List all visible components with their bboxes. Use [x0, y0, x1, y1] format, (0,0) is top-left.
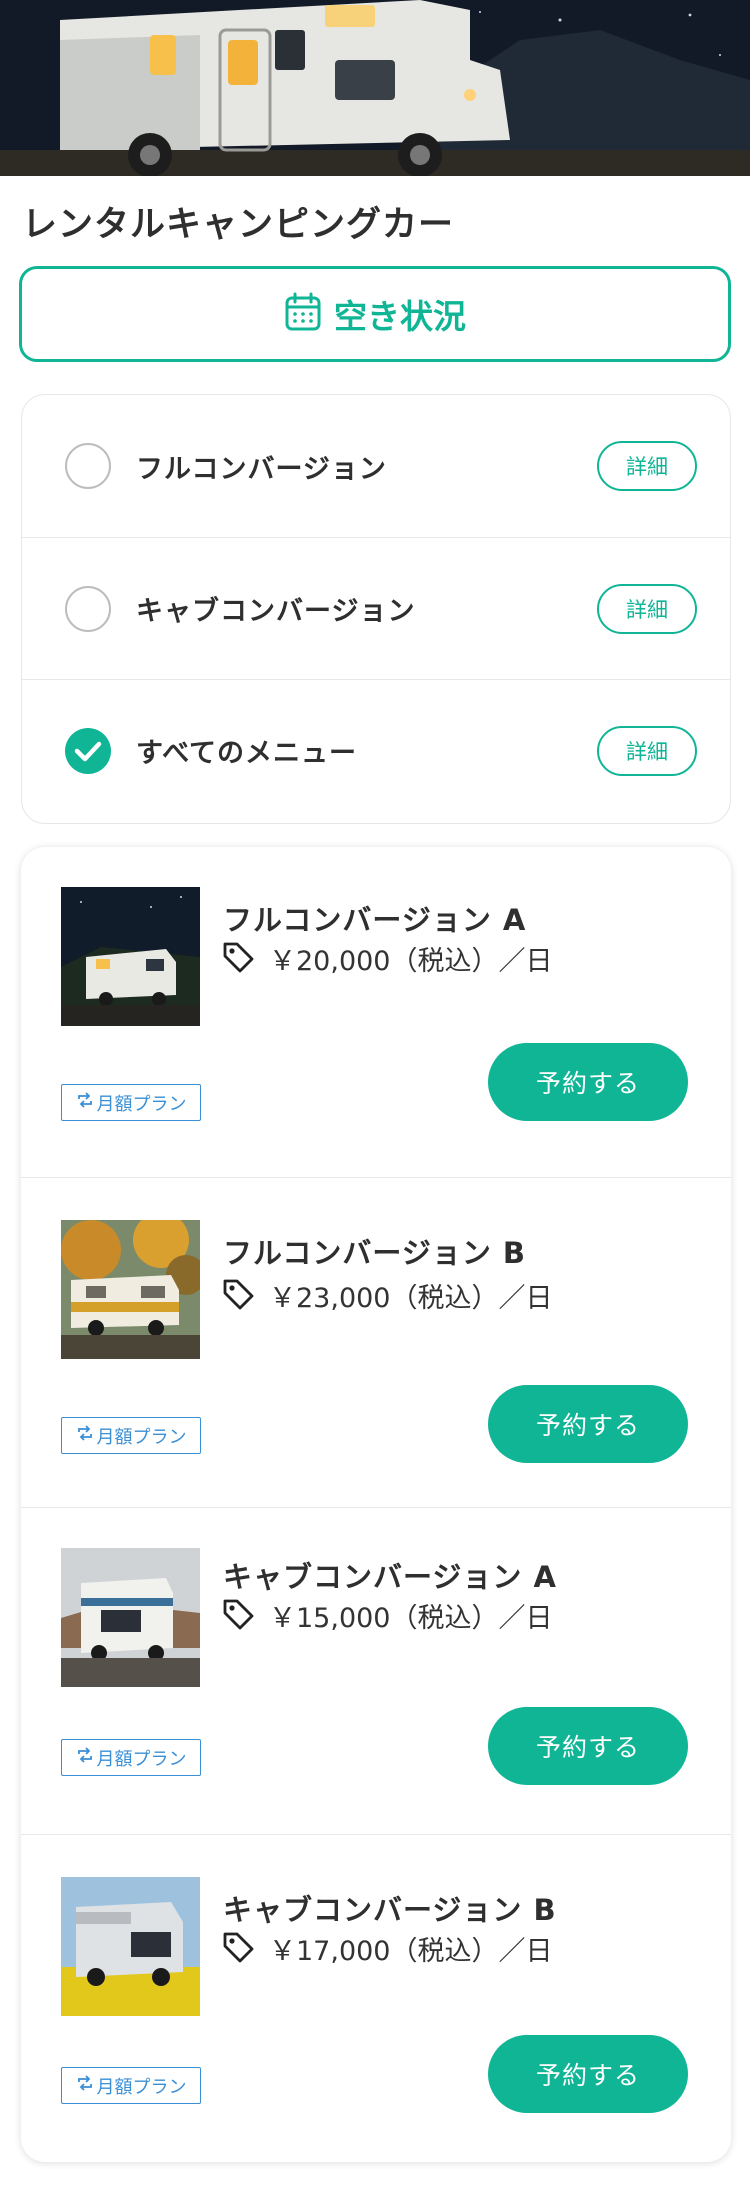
detail-button[interactable]: 詳細	[597, 583, 697, 634]
plan-price: ￥17,000（税込）／日	[269, 1936, 553, 1967]
tag-icon	[221, 1277, 255, 1315]
check-icon	[74, 741, 102, 761]
reserve-button[interactable]: 予約する	[488, 1707, 688, 1785]
repeat-icon	[76, 1746, 94, 1769]
menu-option-cab-conversion[interactable]: キャブコンバージョン 詳細	[22, 537, 730, 679]
reserve-button[interactable]: 予約する	[488, 1043, 688, 1121]
detail-button[interactable]: 詳細	[597, 441, 697, 491]
price-row: ￥17,000（税込）／日	[221, 1929, 552, 1968]
tag-icon	[221, 1930, 255, 1968]
tag-icon	[221, 940, 255, 978]
menu-option-full-conversion[interactable]: フルコンバージョン 詳細	[22, 395, 730, 537]
price-row: ￥23,000（税込）／日	[221, 1276, 552, 1315]
menu-option-label: キャブコンバージョン	[136, 596, 416, 627]
menu-filter-list: フルコンバージョン 詳細 キャブコンバージョン 詳細 すべてのメニュー 詳細	[21, 394, 731, 824]
reserve-button[interactable]: 予約する	[488, 2035, 688, 2113]
monthly-plan-badge: 月額プラン	[61, 1417, 201, 1454]
price-row: ￥15,000（税込）／日	[221, 1596, 552, 1635]
plan-name: フルコンバージョン A	[223, 903, 527, 937]
plan-card: キャブコンバージョン A ￥15,000（税込）／日 月額プラン 予約する	[21, 1507, 731, 1834]
radio-button[interactable]	[65, 443, 111, 489]
plan-card: フルコンバージョン A ￥20,000（税込）／日 月額プラン 予約する	[21, 847, 731, 1177]
monthly-plan-label: 月額プラン	[96, 1426, 187, 1448]
availability-label: 空き状況	[334, 297, 466, 336]
silver-camper-flowers-photo	[61, 1877, 200, 2016]
radio-button[interactable]	[65, 585, 111, 632]
plan-price: ￥23,000（税込）／日	[269, 1283, 553, 1314]
monthly-plan-label: 月額プラン	[96, 1748, 187, 1770]
repeat-icon	[76, 2074, 94, 2097]
monthly-plan-label: 月額プラン	[96, 1093, 187, 1115]
calendar-icon	[284, 292, 322, 336]
detail-button[interactable]: 詳細	[597, 725, 697, 776]
monthly-plan-label: 月額プラン	[96, 2076, 187, 2098]
monthly-plan-badge: 月額プラン	[61, 1739, 201, 1776]
tag-icon	[221, 1597, 255, 1635]
availability-button[interactable]: 空き状況	[19, 266, 731, 362]
menu-option-label: すべてのメニュー	[136, 738, 358, 769]
plan-name: キャブコンバージョン A	[223, 1560, 557, 1594]
price-row: ￥20,000（税込）／日	[221, 939, 552, 978]
plan-card: キャブコンバージョン B ￥17,000（税込）／日 月額プラン 予約する	[21, 1834, 731, 2162]
repeat-icon	[76, 1091, 94, 1114]
radio-button-checked[interactable]	[65, 727, 111, 774]
hero-image	[0, 0, 750, 176]
plan-name: フルコンバージョン B	[223, 1236, 527, 1270]
monthly-plan-badge: 月額プラン	[61, 1084, 201, 1121]
reserve-button[interactable]: 予約する	[488, 1385, 688, 1463]
plan-name: キャブコンバージョン B	[223, 1893, 557, 1927]
cab-camper-road-photo	[61, 1548, 200, 1687]
plan-price: ￥20,000（税込）／日	[269, 946, 553, 977]
plan-price: ￥15,000（税込）／日	[269, 1603, 553, 1634]
plan-list: フルコンバージョン A ￥20,000（税込）／日 月額プラン 予約する フルコ…	[21, 847, 731, 2162]
page-title: レンタルキャンピングカー	[22, 205, 455, 245]
monthly-plan-badge: 月額プラン	[61, 2067, 201, 2104]
menu-option-label: フルコンバージョン	[136, 453, 387, 485]
plan-card: フルコンバージョン B ￥23,000（税込）／日 月額プラン 予約する	[21, 1177, 731, 1507]
night-camper-photo	[61, 887, 200, 1026]
menu-option-all[interactable]: すべてのメニュー 詳細	[22, 679, 730, 821]
repeat-icon	[76, 1424, 94, 1447]
vintage-camper-autumn-photo	[61, 1220, 200, 1359]
